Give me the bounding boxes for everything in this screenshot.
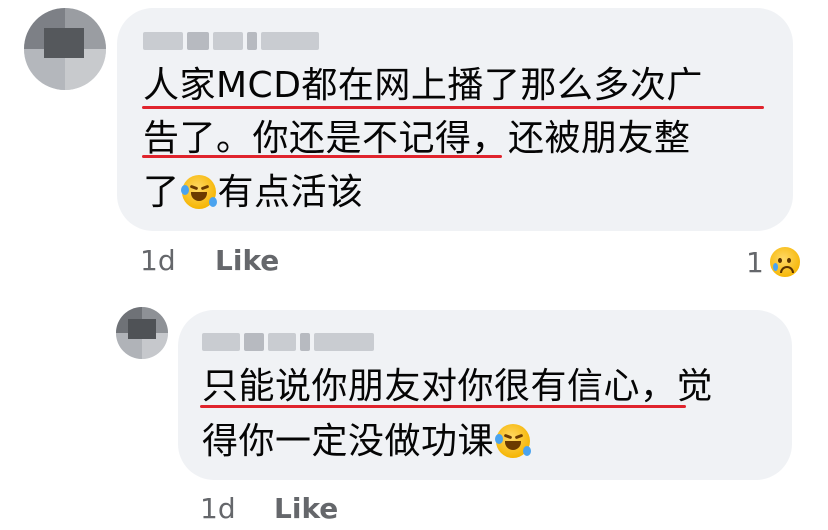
reply-like-button[interactable]: Like — [274, 492, 338, 525]
reply-avatar[interactable] — [116, 307, 168, 359]
reaction-count: 1 — [746, 245, 764, 279]
reply-timestamp[interactable]: 1d — [200, 492, 236, 525]
rolling-on-floor-laughing-icon — [495, 424, 532, 458]
reply-text-line: 只能说你朋友对你很有信心，觉 — [202, 366, 714, 407]
comment-text-line: 了有点活该 — [143, 172, 364, 213]
author-name-blurred[interactable] — [143, 30, 319, 52]
rolling-on-floor-laughing-icon — [180, 175, 217, 209]
red-underline — [200, 405, 686, 408]
reaction-summary[interactable]: 1 — [746, 245, 802, 279]
commenter-avatar[interactable] — [24, 8, 106, 90]
red-underline — [142, 155, 502, 158]
author-name-blurred[interactable] — [202, 331, 374, 353]
comment-text-line: 人家MCD都在网上播了那么多次广 — [143, 65, 703, 106]
comment-timestamp[interactable]: 1d — [140, 244, 176, 277]
like-button[interactable]: Like — [215, 244, 279, 277]
sad-tear-icon — [767, 245, 802, 279]
reply-text-line: 得你一定没做功课 — [202, 420, 532, 464]
red-underline — [142, 106, 764, 109]
